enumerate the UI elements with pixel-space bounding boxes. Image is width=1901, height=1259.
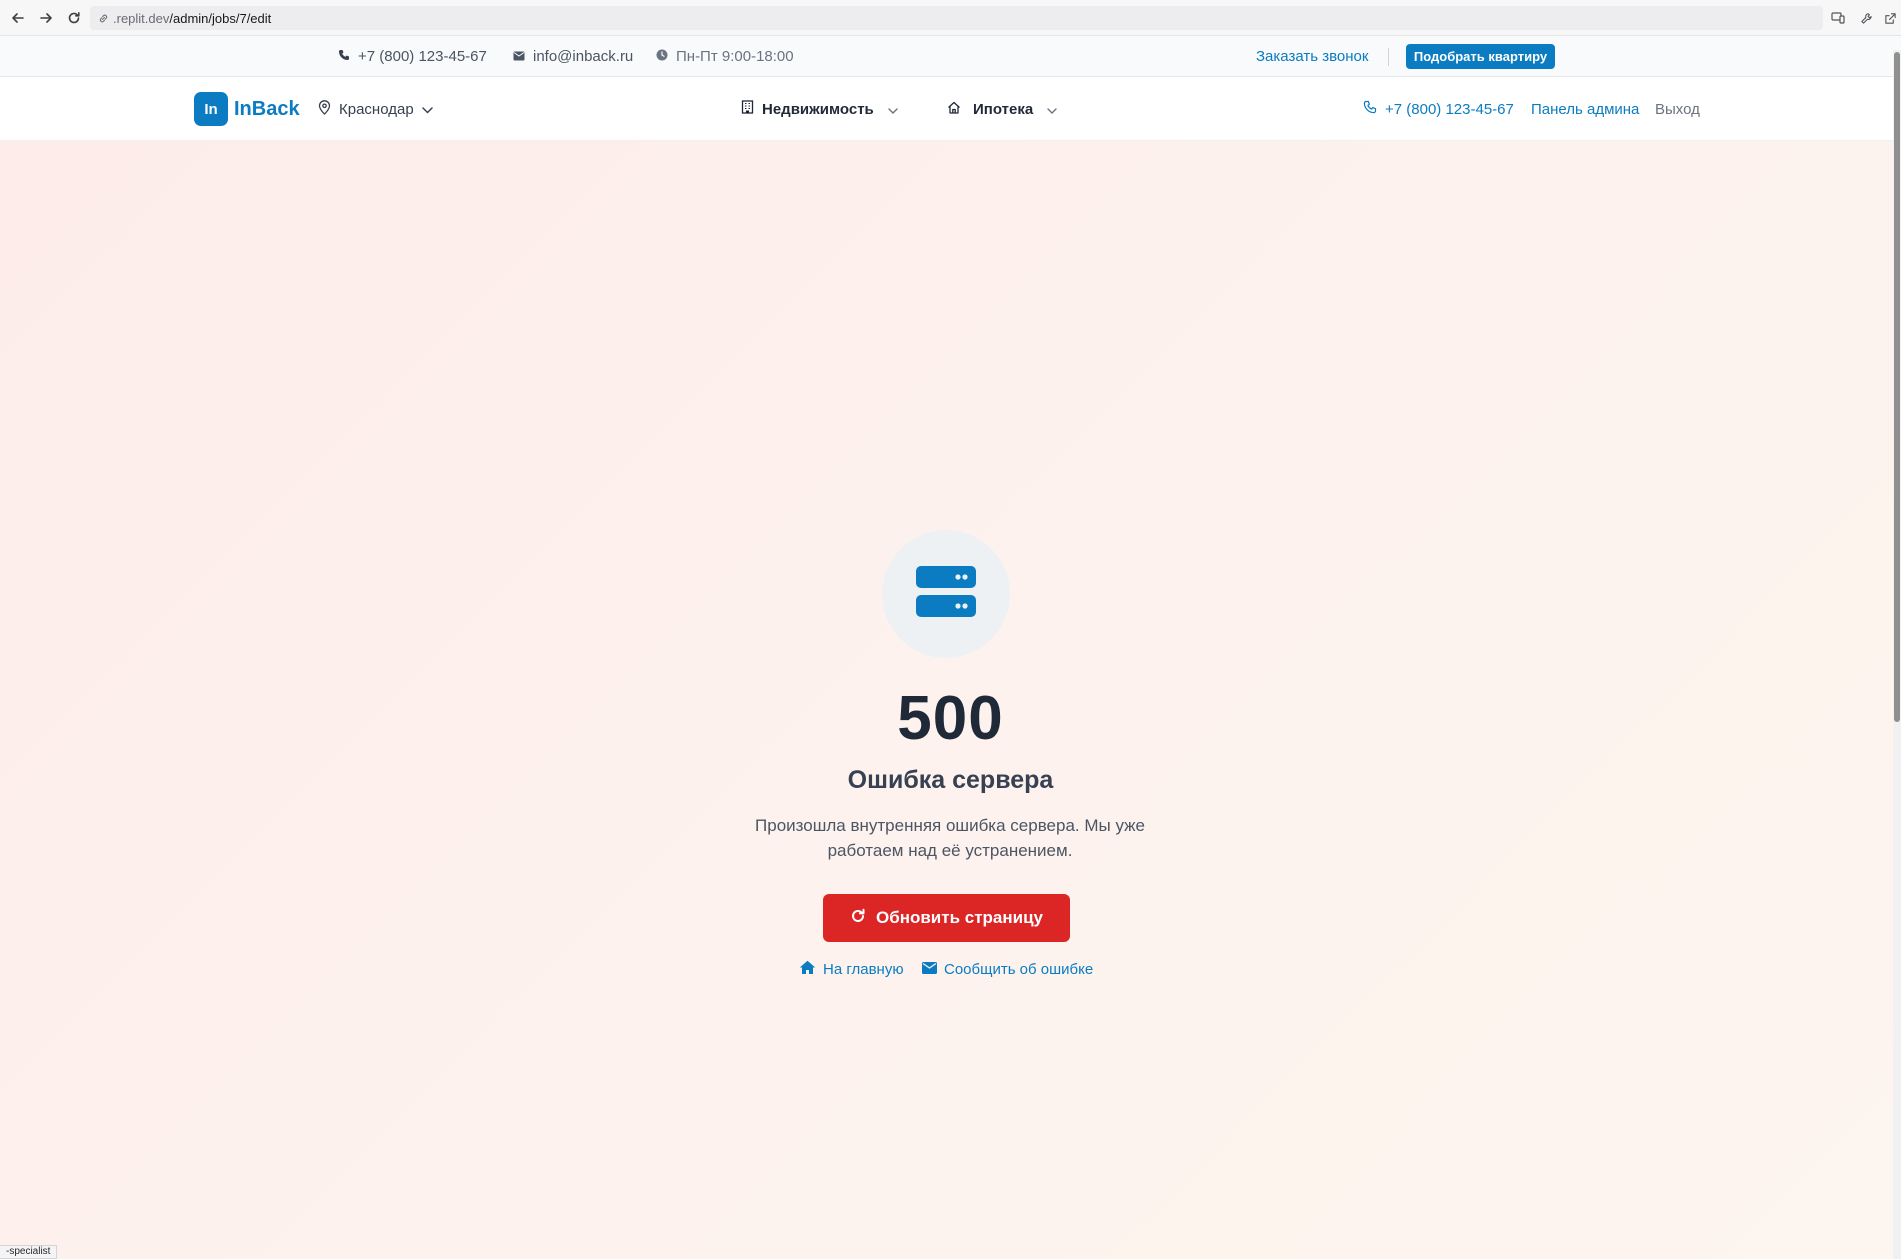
envelope-icon bbox=[513, 48, 525, 65]
header-phone[interactable]: +7 (800) 123-45-67 bbox=[1363, 77, 1514, 141]
chevron-down-icon bbox=[421, 101, 433, 118]
browser-toolbar: .replit.dev/admin/jobs/7/edit bbox=[0, 0, 1901, 36]
request-callback-link[interactable]: Заказать звонок bbox=[1256, 36, 1368, 77]
wrench-icon[interactable] bbox=[1855, 6, 1877, 30]
site-header: In InBack Краснодар Недвижимость Ипотека bbox=[0, 77, 1901, 141]
topbar-divider bbox=[1388, 48, 1389, 66]
refresh-icon bbox=[850, 908, 866, 929]
clock-icon bbox=[656, 48, 668, 65]
chevron-down-icon bbox=[888, 101, 898, 118]
logo-text[interactable]: InBack bbox=[234, 91, 300, 127]
home-link-label: На главную bbox=[823, 960, 904, 978]
topbar-hours-text: Пн-Пт 9:00-18:00 bbox=[676, 48, 794, 65]
city-selector[interactable]: Краснодар bbox=[318, 77, 433, 141]
admin-panel-link[interactable]: Панель админа bbox=[1531, 77, 1639, 141]
refresh-page-button[interactable]: Обновить страницу bbox=[823, 894, 1070, 942]
nav-mortgage[interactable]: Ипотека bbox=[947, 77, 1057, 141]
envelope-icon bbox=[922, 961, 937, 978]
topbar-hours: Пн-Пт 9:00-18:00 bbox=[656, 36, 794, 77]
nav-real-estate-label: Недвижимость bbox=[762, 100, 874, 118]
topbar-phone[interactable]: +7 (800) 123-45-67 bbox=[338, 36, 487, 77]
phone-icon bbox=[338, 48, 350, 65]
building-icon bbox=[741, 100, 754, 118]
status-tooltip: -specialist bbox=[0, 1245, 58, 1259]
link-icon bbox=[98, 13, 109, 24]
nav-mortgage-label: Ипотека bbox=[973, 100, 1034, 118]
home-icon bbox=[947, 101, 961, 118]
scrollbar-thumb[interactable] bbox=[1894, 52, 1900, 722]
refresh-page-label: Обновить страницу bbox=[875, 908, 1044, 927]
home-icon bbox=[799, 960, 816, 979]
forward-icon[interactable] bbox=[34, 6, 58, 30]
topbar-email-text: info@inback.ru bbox=[533, 48, 634, 65]
report-error-link[interactable]: Сообщить об ошибке bbox=[922, 957, 1093, 981]
external-link-icon[interactable] bbox=[1879, 6, 1901, 30]
error-code: 500 bbox=[897, 684, 1004, 753]
nav-real-estate[interactable]: Недвижимость bbox=[741, 77, 898, 141]
report-error-label: Сообщить об ошибке bbox=[944, 960, 1094, 978]
phone-icon bbox=[1363, 100, 1377, 118]
error-description: Произошла внутренняя ошибка сервера. Мы … bbox=[755, 816, 1145, 860]
logo-badge[interactable]: In bbox=[194, 92, 228, 126]
city-label: Краснодар bbox=[339, 100, 414, 118]
logout-link[interactable]: Выход bbox=[1655, 77, 1700, 141]
url-host: .replit.dev bbox=[113, 10, 170, 26]
url-path: /admin/jobs/7/edit bbox=[169, 10, 272, 26]
topbar-email[interactable]: info@inback.ru bbox=[513, 36, 633, 77]
home-link[interactable]: На главную bbox=[799, 957, 904, 981]
error-title: Ошибка сервера bbox=[847, 766, 1054, 794]
reload-icon[interactable] bbox=[62, 6, 86, 30]
server-icon bbox=[916, 565, 976, 623]
address-bar[interactable]: .replit.dev/admin/jobs/7/edit bbox=[90, 6, 1823, 30]
devices-icon[interactable] bbox=[1827, 6, 1849, 30]
error-icon-circle bbox=[882, 530, 1010, 658]
back-icon[interactable] bbox=[6, 6, 30, 30]
error-page: 500 Ошибка сервера Произошла внутренняя … bbox=[0, 141, 1901, 1259]
top-info-bar: +7 (800) 123-45-67 info@inback.ru Пн-Пт … bbox=[0, 36, 1901, 77]
map-pin-icon bbox=[318, 99, 331, 119]
chevron-down-icon bbox=[1047, 101, 1057, 118]
header-phone-text: +7 (800) 123-45-67 bbox=[1385, 100, 1514, 118]
find-apartment-button[interactable]: Подобрать квартиру bbox=[1406, 44, 1555, 69]
topbar-phone-text: +7 (800) 123-45-67 bbox=[358, 48, 487, 65]
